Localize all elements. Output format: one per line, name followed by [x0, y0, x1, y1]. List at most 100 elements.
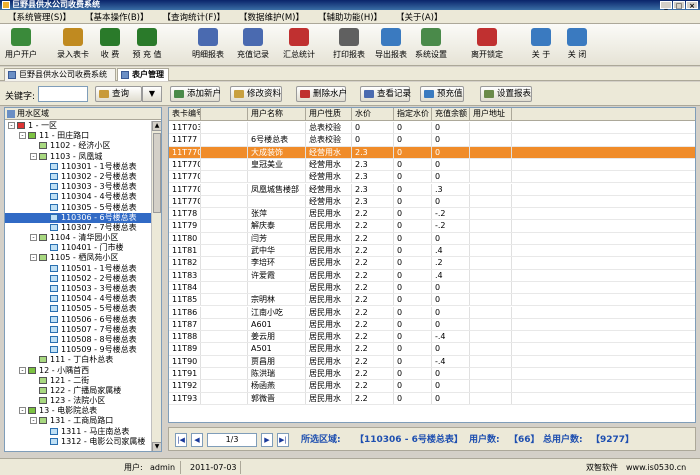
- toolbar-button[interactable]: 充值记录: [236, 26, 270, 64]
- table-row[interactable]: 11T93 郭微晋 居民用水 2.2 0 0: [169, 392, 695, 405]
- table-row[interactable]: 11T7704 凤凰城售楼部经营用水2.30.3: [169, 183, 695, 196]
- table-row[interactable]: 11T90 贾昌朋 居民用水 2.2 0 -.4: [169, 355, 695, 368]
- table-row[interactable]: 11T7701大成装饰经营用水2.300: [169, 146, 695, 159]
- menu-basic[interactable]: 【基本操作(B)】: [81, 11, 152, 23]
- table-row[interactable]: 11T7703经营用水2.300: [169, 171, 695, 184]
- keyword-input[interactable]: [38, 86, 88, 102]
- last-page-button[interactable]: ▶|: [277, 433, 289, 447]
- table-row[interactable]: 11T7702皇冠美业经营用水2.300: [169, 158, 695, 172]
- menu-system[interactable]: 【系统管理(S)】: [4, 11, 75, 23]
- toolbar-button[interactable]: 汇总统计: [282, 26, 316, 64]
- tree-node[interactable]: 110504 - 4号楼总表: [5, 294, 153, 304]
- table-row[interactable]: 11T83 许爱霞 居民用水 2.2 0.4: [169, 269, 695, 282]
- toolbar-button[interactable]: 用户开户: [4, 26, 38, 64]
- prev-page-button[interactable]: ◀: [191, 433, 203, 447]
- grid-column-header[interactable]: 充值余额: [432, 108, 470, 120]
- first-page-button[interactable]: |◀: [175, 433, 187, 447]
- tree-node[interactable]: 110507 - 7号楼总表: [5, 325, 153, 335]
- set-report-button[interactable]: 设置报表: [480, 86, 532, 102]
- tree-node[interactable]: 110502 - 2号楼总表: [5, 274, 153, 284]
- tree-node[interactable]: - 1105 - 栖凤苑小区: [5, 253, 153, 263]
- collapse-toggle-icon[interactable]: -: [30, 254, 37, 262]
- toolbar-button[interactable]: 关 闭: [560, 26, 594, 64]
- tree-node[interactable]: 111 - 丁白朴总表: [5, 355, 153, 365]
- menu-assist[interactable]: 【辅助功能(H)】: [314, 11, 386, 23]
- tree-node[interactable]: 110307 - 7号楼总表: [5, 223, 153, 233]
- tree-node[interactable]: - 1104 - 清华园小区: [5, 233, 153, 243]
- toolbar-button[interactable]: 明细报表: [191, 26, 225, 64]
- table-row[interactable]: 11T88 姜云朋 居民用水 2.2 0 -.4: [169, 331, 695, 344]
- close-window-icon[interactable]: ×: [686, 1, 698, 10]
- table-row[interactable]: 11T89 A501 居民用水 2.2 0 0: [169, 343, 695, 356]
- collapse-toggle-icon[interactable]: -: [30, 234, 37, 242]
- scroll-thumb[interactable]: [153, 133, 161, 213]
- query-button[interactable]: 查询: [95, 86, 142, 102]
- toolbar-button[interactable]: 离开锁定: [470, 26, 504, 64]
- table-row[interactable]: 11T86 江南小吃 居民用水 2.2 0 0: [169, 306, 695, 319]
- collapse-toggle-icon[interactable]: -: [19, 366, 26, 374]
- grid-column-header[interactable]: [201, 108, 248, 120]
- tree-node[interactable]: 110302 - 2号楼总表: [5, 172, 153, 182]
- tree-node[interactable]: 1311 - 马庄南总表: [5, 427, 153, 437]
- grid-column-header[interactable]: 用户名称: [248, 108, 306, 120]
- toolbar-button[interactable]: 系统设置: [414, 26, 448, 64]
- tree-node[interactable]: 1312 - 电影公司家属楼: [5, 437, 153, 447]
- table-row[interactable]: 11T78 张萍 居民用水 2.2 0 -.2: [169, 208, 695, 221]
- toolbar-button[interactable]: 预 充 值: [130, 26, 164, 64]
- table-row[interactable]: 11T84 居民用水 2.2 0 0: [169, 281, 695, 295]
- tree-node[interactable]: - 11 - 田庄路口: [5, 131, 153, 141]
- table-row[interactable]: 11T77 6号楼总表 总表校验 0 0 0: [169, 134, 695, 147]
- toolbar-button[interactable]: 收 费: [93, 26, 127, 64]
- tree-node[interactable]: - 1103 - 凤凰城: [5, 152, 153, 162]
- tree-node[interactable]: 110301 - 1号楼总表: [5, 162, 153, 172]
- tree-node[interactable]: - 1 - 一区: [5, 121, 153, 131]
- view-record-button[interactable]: 查看记录: [360, 86, 411, 102]
- toolbar-button[interactable]: 导出报表: [374, 26, 408, 64]
- tree-node[interactable]: 110303 - 3号楼总表: [5, 182, 153, 192]
- add-user-button[interactable]: 添加新户: [170, 86, 221, 102]
- menu-data[interactable]: 【数据维护(M)】: [235, 11, 308, 23]
- tree-node[interactable]: 110508 - 8号楼总表: [5, 335, 153, 345]
- tree-scrollbar[interactable]: ▲ ▼: [151, 121, 161, 451]
- tree-node[interactable]: 122 - 广播局家属楼: [5, 386, 153, 396]
- tree-node[interactable]: 110306 - 6号楼总表: [5, 212, 153, 223]
- tree-node[interactable]: 121 - 二街: [5, 376, 153, 386]
- toolbar-button[interactable]: 录入表卡: [56, 26, 90, 64]
- collapse-toggle-icon[interactable]: -: [19, 132, 26, 140]
- collapse-toggle-icon[interactable]: -: [30, 152, 37, 160]
- edit-info-button[interactable]: 修改资料: [230, 86, 282, 102]
- tree-node[interactable]: 1102 - 经济小区: [5, 141, 153, 151]
- minimize-icon[interactable]: _: [660, 1, 672, 10]
- tree-node[interactable]: 110503 - 3号楼总表: [5, 284, 153, 294]
- maximize-icon[interactable]: □: [673, 1, 685, 10]
- table-row[interactable]: 11T92 杨函燕 居民用水 2.2 0 0: [169, 380, 695, 393]
- tree-node[interactable]: 123 - 法院小区: [5, 396, 153, 406]
- grid-column-header[interactable]: 用户地址: [470, 108, 512, 120]
- page-indicator[interactable]: 1/3: [207, 433, 257, 447]
- collapse-toggle-icon[interactable]: -: [8, 122, 15, 129]
- prepay-button[interactable]: 预充值: [420, 86, 464, 102]
- tree-node[interactable]: 110505 - 5号楼总表: [5, 304, 153, 314]
- menu-query[interactable]: 【查询统计(F)】: [159, 11, 230, 23]
- collapse-toggle-icon[interactable]: -: [30, 417, 37, 425]
- tree-node[interactable]: 110501 - 1号楼总表: [5, 264, 153, 274]
- menu-about[interactable]: 【关于(A)】: [392, 11, 446, 23]
- tree-node[interactable]: 110401 - 门市楼: [5, 243, 153, 253]
- tree-node[interactable]: 110305 - 5号楼总表: [5, 203, 153, 213]
- table-row[interactable]: 11T85 宗明林 居民用水 2.2 0 0: [169, 294, 695, 307]
- table-row[interactable]: 11T703 总表校验 0 0 0: [169, 122, 695, 135]
- grid-column-header[interactable]: 用户性质: [306, 108, 352, 120]
- tab-home[interactable]: 巨野县供水公司收费系统: [4, 68, 116, 81]
- scroll-down-icon[interactable]: ▼: [152, 442, 161, 451]
- tree-node[interactable]: - 131 - 工商局路口: [5, 416, 153, 426]
- table-row[interactable]: 11T87 A601 居民用水 2.2 0 0: [169, 318, 695, 332]
- table-row[interactable]: 11T79 解庆泰 居民用水 2.2 0 -.2: [169, 220, 695, 233]
- table-row[interactable]: 11T81 武中华 居民用水 2.2 0.4: [169, 245, 695, 258]
- next-page-button[interactable]: ▶: [261, 433, 273, 447]
- query-dropdown-button[interactable]: ▼: [142, 86, 162, 102]
- grid-column-header[interactable]: 表卡编号: [169, 108, 201, 120]
- grid-column-header[interactable]: 水价: [352, 108, 394, 120]
- tree-node[interactable]: - 13 - 电影院总表: [5, 406, 153, 416]
- tab-account-management[interactable]: 表户管理: [117, 68, 169, 81]
- toolbar-button[interactable]: 打印报表: [332, 26, 366, 64]
